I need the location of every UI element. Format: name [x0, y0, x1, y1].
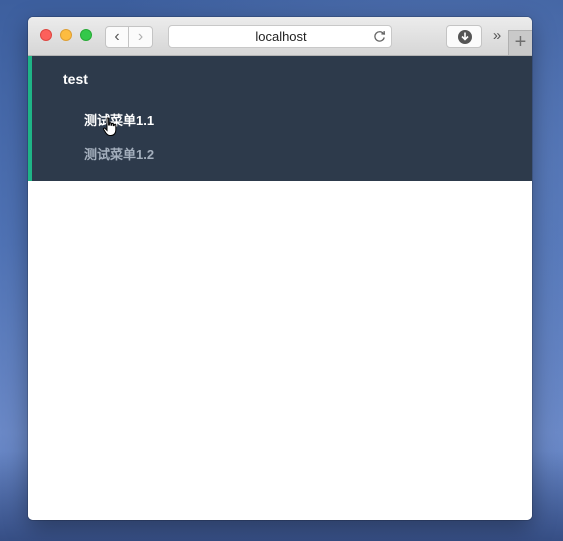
- menu-active-indicator: [28, 56, 32, 181]
- forward-button[interactable]: ›: [129, 26, 153, 48]
- reload-icon[interactable]: [372, 29, 387, 44]
- browser-window: ‹ › localhost » + test 测试菜单1.1 测试菜单1.2: [28, 17, 532, 520]
- chevron-left-icon: ‹: [114, 28, 120, 45]
- chevron-right-icon: ›: [137, 28, 144, 45]
- submenu-title[interactable]: test: [63, 70, 88, 88]
- downloads-button[interactable]: [446, 25, 482, 48]
- menu-item-1-2[interactable]: 测试菜单1.2: [84, 146, 154, 164]
- back-button[interactable]: ‹: [105, 26, 129, 48]
- download-icon: [458, 30, 472, 44]
- address-bar[interactable]: localhost: [168, 25, 392, 48]
- hand-pointer-cursor-icon: [102, 117, 117, 136]
- toolbar-overflow-button[interactable]: »: [489, 26, 505, 46]
- address-text: localhost: [255, 29, 307, 44]
- minimize-window-button[interactable]: [60, 29, 72, 41]
- browser-toolbar: ‹ › localhost » +: [28, 17, 532, 56]
- nav-menu: test 测试菜单1.1 测试菜单1.2: [28, 56, 532, 181]
- new-tab-button[interactable]: +: [508, 30, 532, 55]
- page-content: test 测试菜单1.1 测试菜单1.2: [28, 56, 532, 520]
- zoom-window-button[interactable]: [80, 29, 92, 41]
- close-window-button[interactable]: [40, 29, 52, 41]
